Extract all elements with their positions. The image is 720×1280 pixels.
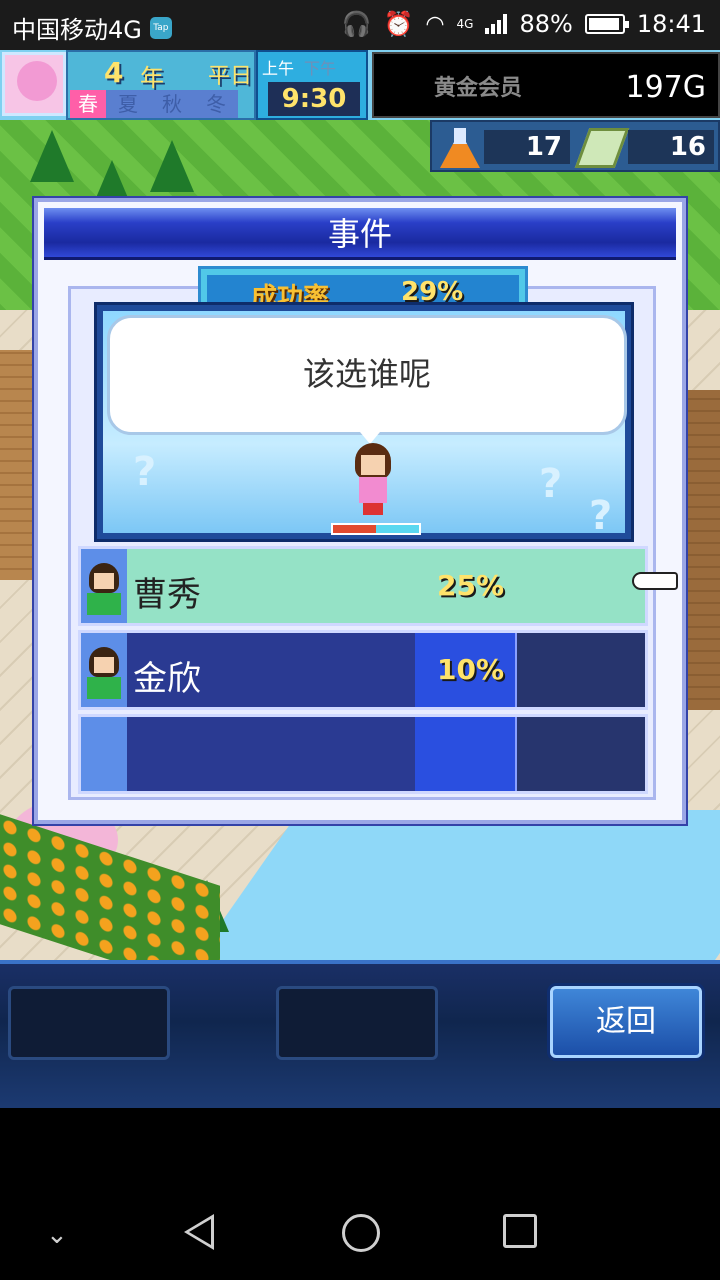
candidate-option-2[interactable]: 金欣 10%: [78, 630, 648, 710]
tree-icon: [30, 130, 74, 182]
avatar: [81, 633, 127, 707]
game-clock: 9:30: [268, 82, 360, 116]
character-gauge: [331, 523, 421, 535]
pointing-hand-icon: [632, 566, 682, 596]
time-panel: 上午 下午 9:30: [256, 50, 368, 120]
flask-icon: [440, 128, 480, 168]
back-button[interactable]: 返回: [550, 986, 702, 1058]
book-icon: [574, 128, 630, 168]
question-mark-icon: ?: [589, 493, 613, 539]
event-dialog: 事件 成功率 29% 该选谁呢 ? ? ? 曹秀 25% 金欣 10%: [34, 198, 686, 824]
season-row: 春 夏 秋 冬: [70, 90, 238, 118]
event-scene: 该选谁呢 ? ? ?: [94, 302, 634, 542]
membership-panel[interactable]: 黄金会员 197G: [372, 52, 720, 118]
season-spring: 春: [70, 90, 106, 118]
tap-app-icon: Tap: [149, 16, 172, 39]
season-autumn: 秋: [150, 90, 194, 118]
candidate-list: 曹秀 25% 金欣 10%: [78, 546, 648, 798]
wooden-wall: [680, 390, 720, 710]
question-mark-icon: ?: [539, 461, 563, 507]
wifi-icon: ◠: [425, 11, 445, 37]
carrier-label: 中国移动4G: [12, 16, 142, 44]
avatar-empty: [81, 717, 127, 791]
tree-icon: [150, 140, 194, 192]
toolbar-slot-1: [8, 986, 170, 1060]
candidate-percent: 25%: [437, 569, 505, 602]
weekday-label: 平日: [208, 64, 253, 89]
network-label: 4G: [456, 17, 474, 31]
recent-apps-icon[interactable]: [503, 1214, 537, 1248]
candidate-percent: 10%: [437, 653, 505, 686]
pm-label: 下午: [304, 59, 337, 78]
candidate-name: 曹秀: [133, 575, 201, 615]
season-winter: 冬: [194, 90, 238, 118]
season-portrait[interactable]: [2, 52, 66, 116]
battery-percent: 88%: [519, 10, 573, 38]
bottom-toolbar: 返回: [0, 960, 720, 1108]
hud: 4 年 平日 春 夏 秋 冬 上午 下午 9:30 黄金会员 197G 17 16: [0, 50, 720, 172]
year-number: 4: [104, 56, 124, 89]
season-summer: 夏: [106, 90, 150, 118]
question-mark-icon: ?: [133, 449, 157, 495]
headphones-icon: 🎧: [341, 10, 372, 38]
resource-panel: 17 16: [430, 120, 720, 172]
candidate-option-1[interactable]: 曹秀 25%: [78, 546, 648, 626]
toolbar-slot-2: [276, 986, 438, 1060]
speech-bubble: 该选谁呢: [107, 315, 627, 444]
status-bar: 中国移动4G Tap 🎧 ⏰ ◠ 4G 88% 18:41: [0, 0, 720, 50]
alarm-icon: ⏰: [383, 10, 414, 38]
clock-time: 18:41: [636, 10, 706, 38]
date-panel: 4 年 平日 春 夏 秋 冬: [66, 50, 256, 120]
signal-icon: [485, 14, 508, 34]
back-triangle-icon[interactable]: [184, 1214, 214, 1250]
membership-label: 黄金会员: [434, 76, 523, 101]
home-circle-icon[interactable]: [342, 1214, 380, 1252]
am-label: 上午: [262, 59, 295, 78]
candidate-option-empty[interactable]: [78, 714, 648, 794]
battery-icon: [584, 14, 629, 34]
candidate-name: 金欣: [133, 659, 201, 699]
research-count: 17: [484, 130, 570, 164]
gold-amount: 197G: [625, 70, 706, 105]
book-count: 16: [628, 130, 714, 164]
screen-gap: [0, 1108, 720, 1184]
avatar: [81, 549, 127, 623]
dialog-title: 事件: [44, 208, 676, 260]
nav-bar: ⌄: [0, 1184, 720, 1280]
character-sprite: [351, 443, 395, 515]
year-unit: 年: [140, 64, 164, 92]
cherry-blossom-icon: [17, 61, 57, 101]
chevron-down-icon[interactable]: ⌄: [46, 1220, 68, 1250]
